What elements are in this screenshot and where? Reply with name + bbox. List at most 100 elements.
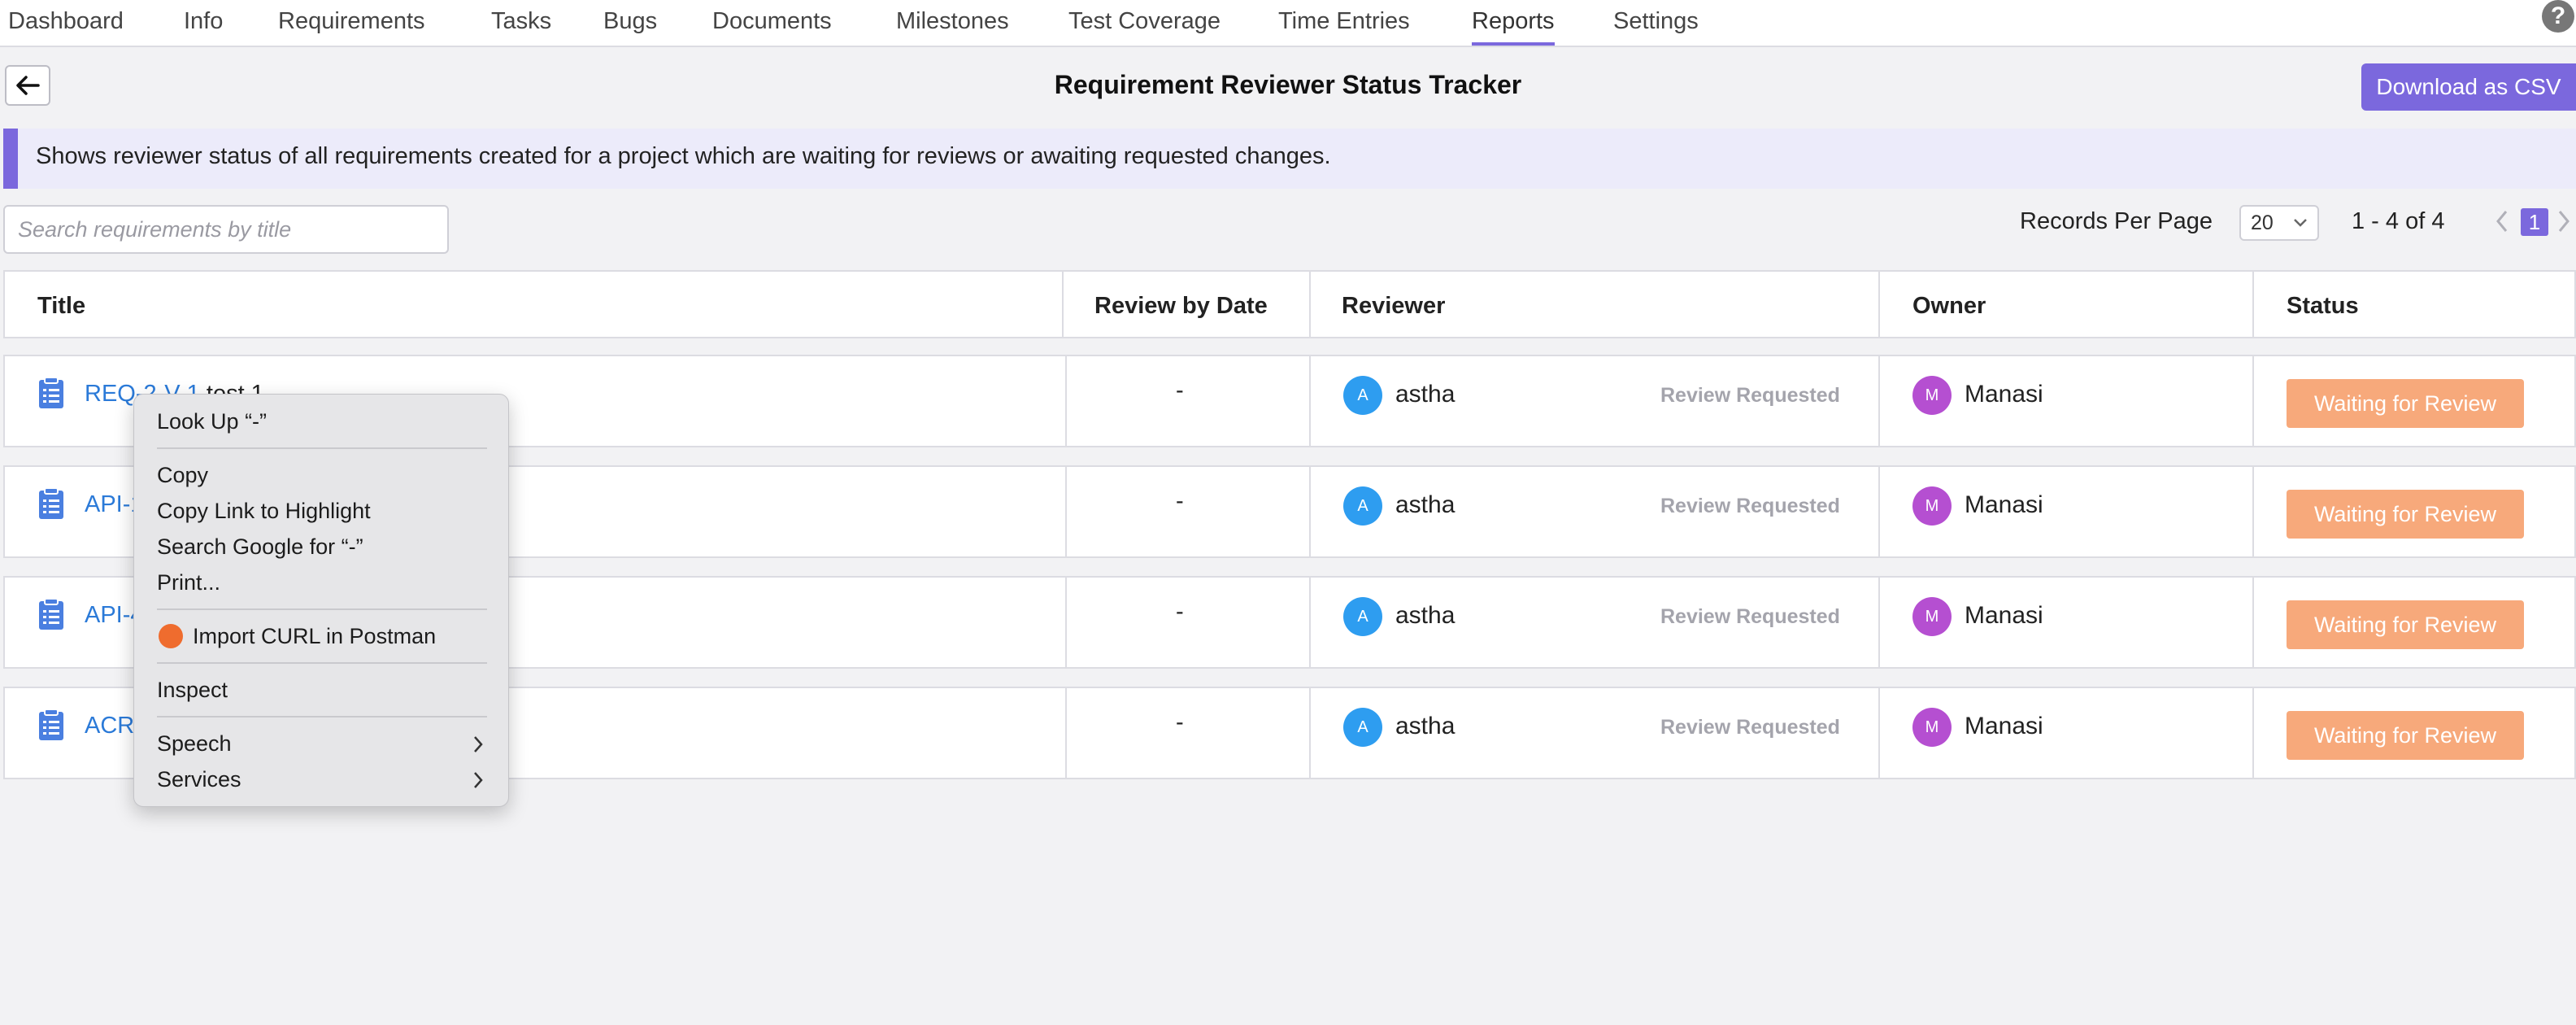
chevron-right-icon[interactable] — [2553, 207, 2574, 236]
review-status-label: Review Requested — [1660, 384, 1840, 407]
menu-item-copy-link-to-highlight[interactable]: Copy Link to Highlight — [157, 499, 371, 524]
owner-avatar: M — [1912, 486, 1952, 526]
menu-item-inspect[interactable]: Inspect — [157, 678, 228, 703]
owner-name: Manasi — [1965, 381, 2043, 408]
menu-item-look-up[interactable]: Look Up “-” — [157, 409, 267, 434]
help-icon[interactable]: ? — [2542, 0, 2574, 33]
tab-test-coverage[interactable]: Test Coverage — [1068, 5, 1221, 46]
column-divider — [1878, 688, 1880, 778]
column-divider — [1309, 688, 1311, 778]
status-badge[interactable]: Waiting for Review — [2287, 490, 2524, 539]
owner-avatar: M — [1912, 376, 1952, 415]
review-by-date: - — [1176, 599, 1184, 625]
menu-separator — [157, 447, 487, 449]
column-divider — [2252, 688, 2254, 778]
search-input[interactable] — [3, 205, 449, 254]
tab-documents[interactable]: Documents — [712, 5, 832, 46]
column-divider — [1309, 356, 1311, 446]
column-divider — [1065, 467, 1067, 556]
menu-item-import-curl-postman[interactable]: Import CURL in Postman — [193, 624, 436, 649]
pagination-range: 1 - 4 of 4 — [2352, 208, 2445, 234]
menu-item-copy[interactable]: Copy — [157, 463, 208, 488]
column-header-reviewer[interactable]: Reviewer — [1342, 293, 1445, 320]
tab-info[interactable]: Info — [184, 5, 223, 46]
tab-settings[interactable]: Settings — [1613, 5, 1699, 46]
review-by-date: - — [1176, 488, 1184, 514]
document-list-icon — [39, 709, 63, 740]
column-divider — [2252, 467, 2254, 556]
column-divider — [1065, 578, 1067, 667]
column-divider — [1065, 356, 1067, 446]
tab-bugs[interactable]: Bugs — [603, 5, 657, 46]
tab-time-entries[interactable]: Time Entries — [1278, 5, 1410, 46]
column-divider — [2252, 356, 2254, 446]
reviewer-name: astha — [1395, 602, 1456, 629]
page-number-current[interactable]: 1 — [2521, 208, 2548, 236]
menu-separator — [157, 716, 487, 718]
owner-name: Manasi — [1965, 491, 2043, 518]
records-per-page-value: 20 — [2251, 212, 2274, 234]
requirement-title[interactable]: ACR — [85, 713, 134, 739]
menu-item-search-google[interactable]: Search Google for “-” — [157, 534, 363, 560]
document-list-icon — [39, 599, 63, 630]
menu-separator — [157, 608, 487, 610]
owner-avatar: M — [1912, 597, 1952, 636]
column-divider — [1062, 272, 1064, 337]
table-header: Title Review by Date Reviewer Owner Stat… — [3, 270, 2576, 338]
owner-name: Manasi — [1965, 713, 2043, 739]
column-divider — [1878, 578, 1880, 667]
document-list-icon — [39, 377, 63, 408]
reviewer-name: astha — [1395, 381, 1456, 408]
column-divider — [1309, 272, 1311, 337]
review-by-date: - — [1176, 709, 1184, 735]
requirement-id-link[interactable]: ACR — [85, 713, 134, 739]
menu-item-services[interactable]: Services — [157, 767, 242, 792]
chevron-left-icon[interactable] — [2491, 207, 2513, 236]
column-header-title[interactable]: Title — [37, 293, 85, 320]
review-status-label: Review Requested — [1660, 716, 1840, 739]
records-per-page-select[interactable]: 20 — [2239, 205, 2319, 241]
column-header-review-by-date[interactable]: Review by Date — [1094, 293, 1268, 320]
records-per-page-label: Records Per Page — [2020, 208, 2213, 234]
status-badge[interactable]: Waiting for Review — [2287, 600, 2524, 649]
reviewer-name: astha — [1395, 713, 1456, 739]
tab-requirements[interactable]: Requirements — [278, 5, 425, 46]
context-menu: Look Up “-” Copy Copy Link to Highlight … — [133, 394, 509, 807]
postman-icon — [159, 624, 183, 648]
menu-item-speech[interactable]: Speech — [157, 731, 232, 757]
column-divider — [1878, 272, 1880, 337]
menu-item-print[interactable]: Print... — [157, 570, 220, 595]
tab-milestones[interactable]: Milestones — [896, 5, 1009, 46]
tab-reports[interactable]: Reports — [1472, 5, 1555, 46]
column-divider — [1065, 688, 1067, 778]
column-divider — [1309, 467, 1311, 556]
review-status-label: Review Requested — [1660, 605, 1840, 628]
banner-text: Shows reviewer status of all requirement… — [36, 143, 1331, 169]
column-divider — [1878, 467, 1880, 556]
column-divider — [2252, 272, 2254, 337]
info-banner: Shows reviewer status of all requirement… — [3, 129, 2576, 189]
menu-separator — [157, 662, 487, 664]
reviewer-avatar: A — [1343, 708, 1382, 747]
owner-name: Manasi — [1965, 602, 2043, 629]
column-divider — [2252, 578, 2254, 667]
page-title: Requirement Reviewer Status Tracker — [1054, 70, 1522, 99]
column-header-owner[interactable]: Owner — [1912, 293, 1986, 320]
review-by-date: - — [1176, 377, 1184, 403]
status-badge[interactable]: Waiting for Review — [2287, 711, 2524, 760]
chevron-down-icon — [2294, 219, 2307, 227]
column-header-status[interactable]: Status — [2287, 293, 2359, 320]
column-divider — [1878, 356, 1880, 446]
download-csv-button[interactable]: Download as CSV — [2361, 63, 2576, 111]
reviewer-avatar: A — [1343, 376, 1382, 415]
document-list-icon — [39, 488, 63, 519]
tab-dashboard[interactable]: Dashboard — [8, 5, 124, 46]
column-divider — [1309, 578, 1311, 667]
owner-avatar: M — [1912, 708, 1952, 747]
top-nav: Dashboard Info Requirements Tasks Bugs D… — [0, 0, 2576, 47]
reviewer-avatar: A — [1343, 486, 1382, 526]
review-status-label: Review Requested — [1660, 495, 1840, 517]
tab-tasks[interactable]: Tasks — [491, 5, 551, 46]
chevron-right-icon — [474, 772, 483, 788]
status-badge[interactable]: Waiting for Review — [2287, 379, 2524, 428]
